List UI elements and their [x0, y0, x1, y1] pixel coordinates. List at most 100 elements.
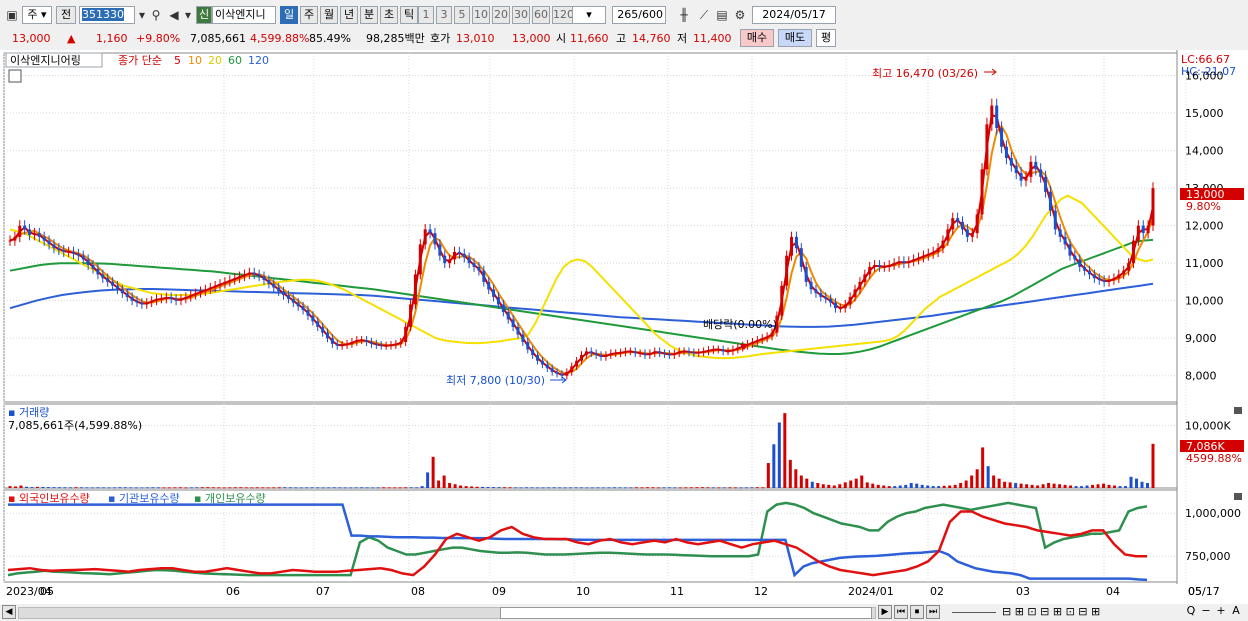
zoom-button[interactable]: + — [1214, 605, 1228, 619]
interval-button[interactable]: 5 — [454, 6, 470, 24]
scroll-thumb[interactable] — [500, 607, 872, 619]
interval-button[interactable]: 60 — [532, 6, 550, 24]
interval-button[interactable]: 3 — [436, 6, 452, 24]
volume-bar — [349, 487, 353, 489]
volume-bar — [1080, 486, 1084, 488]
volume-bar — [497, 487, 501, 489]
volume-bar — [953, 484, 957, 488]
trade-amount: 98,285백만 — [366, 32, 425, 45]
volume-bar — [310, 487, 314, 489]
candle-body — [81, 255, 85, 260]
volume-bar — [101, 487, 105, 489]
nav-button[interactable]: ⏭ — [926, 605, 940, 619]
timeframe-button[interactable]: 주 — [300, 6, 318, 24]
date-input[interactable]: 2024/05/17 — [752, 6, 836, 24]
timeframe-button[interactable]: 초 — [380, 6, 398, 24]
volume-bar — [794, 469, 798, 488]
zoom-button[interactable]: − — [1199, 605, 1213, 619]
save-icon[interactable]: ▤ — [714, 6, 730, 24]
candle-body — [985, 124, 989, 170]
volume-bar — [695, 487, 699, 489]
timeframe-button[interactable]: 틱 — [400, 6, 418, 24]
candle-body — [682, 351, 686, 353]
candle-body — [262, 276, 266, 281]
volume-bar — [1085, 485, 1089, 488]
volume-bar — [805, 478, 809, 488]
candle-body — [511, 319, 515, 327]
interval-button[interactable]: 30 — [512, 6, 530, 24]
stock-legend: 이삭엔지니어링 — [10, 54, 81, 67]
volume-current-label: 7,085,661주(4,599.88%) — [8, 419, 142, 432]
window-icon[interactable]: ▣ — [4, 6, 20, 24]
layout-icons[interactable]: ⊟ ⊞ ⊡ ⊟ ⊞ ⊡ ⊟ ⊞ — [1002, 605, 1100, 618]
pane-close-icon[interactable] — [1234, 407, 1242, 414]
bid-price-2: 13,000 — [512, 32, 551, 45]
pane-close-icon[interactable] — [1234, 493, 1242, 500]
count-field[interactable]: 265/600 — [612, 6, 666, 24]
date-tick-label: 06 — [226, 585, 240, 598]
candle-body — [785, 255, 789, 286]
candle-body — [946, 229, 950, 241]
candle-chart-icon[interactable]: ╫ — [676, 6, 692, 24]
nav-button[interactable]: ▶ — [878, 605, 892, 619]
period-select[interactable]: 주 ▾ — [22, 6, 52, 24]
candle-body — [13, 236, 17, 241]
candle-body — [907, 261, 911, 264]
holdings-tick-label: 750,000 — [1185, 550, 1231, 563]
buy-button[interactable]: 매수 — [740, 29, 774, 47]
candle-body — [594, 353, 598, 356]
zoom-slider[interactable] — [952, 612, 996, 613]
interval-button[interactable]: 20 — [492, 6, 510, 24]
date-tick-label: 05/17 — [1188, 585, 1220, 598]
stock-code-input[interactable]: 351330 — [79, 6, 135, 24]
calculator-icon[interactable] — [8, 69, 22, 83]
candle-body — [242, 274, 246, 277]
search-icon[interactable]: ⚲ — [148, 6, 164, 24]
volume-bar — [898, 485, 902, 488]
interval-button[interactable]: 1 — [418, 6, 434, 24]
sell-button[interactable]: 매도 — [778, 29, 812, 47]
candle-body — [970, 233, 974, 237]
volume-bar — [19, 485, 23, 488]
dropdown-arrow-icon[interactable]: ▾ — [180, 6, 196, 24]
volume-bar — [678, 487, 682, 489]
candle-body — [413, 274, 417, 305]
chart-area[interactable]: 이삭엔지니어링 종가 단순 5 10 20 60 120 LC:66.67 HC… — [0, 50, 1248, 605]
nav-button[interactable]: ⏹ — [910, 605, 924, 619]
zoom-button[interactable]: A — [1229, 605, 1243, 619]
volume-bar — [200, 487, 204, 489]
candle-body — [199, 291, 202, 294]
candle-body — [868, 266, 872, 275]
interval-button[interactable]: 120 — [552, 6, 574, 24]
timeframe-button[interactable]: 월 — [320, 6, 338, 24]
nav-button[interactable]: ⏮ — [894, 605, 908, 619]
prev-button[interactable]: 전 — [56, 6, 76, 24]
candle-body — [834, 302, 837, 309]
candle-body — [619, 352, 623, 354]
zoom-button[interactable]: Q — [1184, 605, 1198, 619]
volume-bar — [195, 487, 199, 489]
interval-button[interactable]: 10 — [472, 6, 490, 24]
candle-body — [643, 353, 647, 356]
eval-button[interactable]: 평 — [816, 29, 836, 47]
timeframe-button[interactable]: 일 — [280, 6, 298, 24]
volume-bar — [134, 487, 138, 489]
timeframe-button[interactable]: 년 — [340, 6, 358, 24]
gear-icon[interactable]: ⚙ — [732, 6, 748, 24]
stock-name-display[interactable]: 이삭엔지니 — [212, 6, 276, 24]
timeframe-button[interactable]: 분 — [360, 6, 378, 24]
candle-body — [120, 289, 124, 294]
interval-select[interactable]: ▾ — [572, 6, 606, 24]
volume-bar — [1118, 486, 1122, 488]
volume-bar — [711, 487, 715, 489]
high-price: 14,760 — [632, 32, 671, 45]
volume-bar — [266, 487, 270, 489]
scroll-left-button[interactable]: ◀ — [2, 605, 16, 619]
candle-body — [462, 253, 466, 258]
volume-bar — [222, 487, 226, 489]
line-tool-icon[interactable]: ⟋ — [696, 6, 712, 24]
volume-bar — [849, 480, 853, 488]
volume-bar — [876, 484, 880, 488]
turnover-ratio: 85.49% — [309, 32, 351, 45]
candle-body — [326, 332, 329, 339]
